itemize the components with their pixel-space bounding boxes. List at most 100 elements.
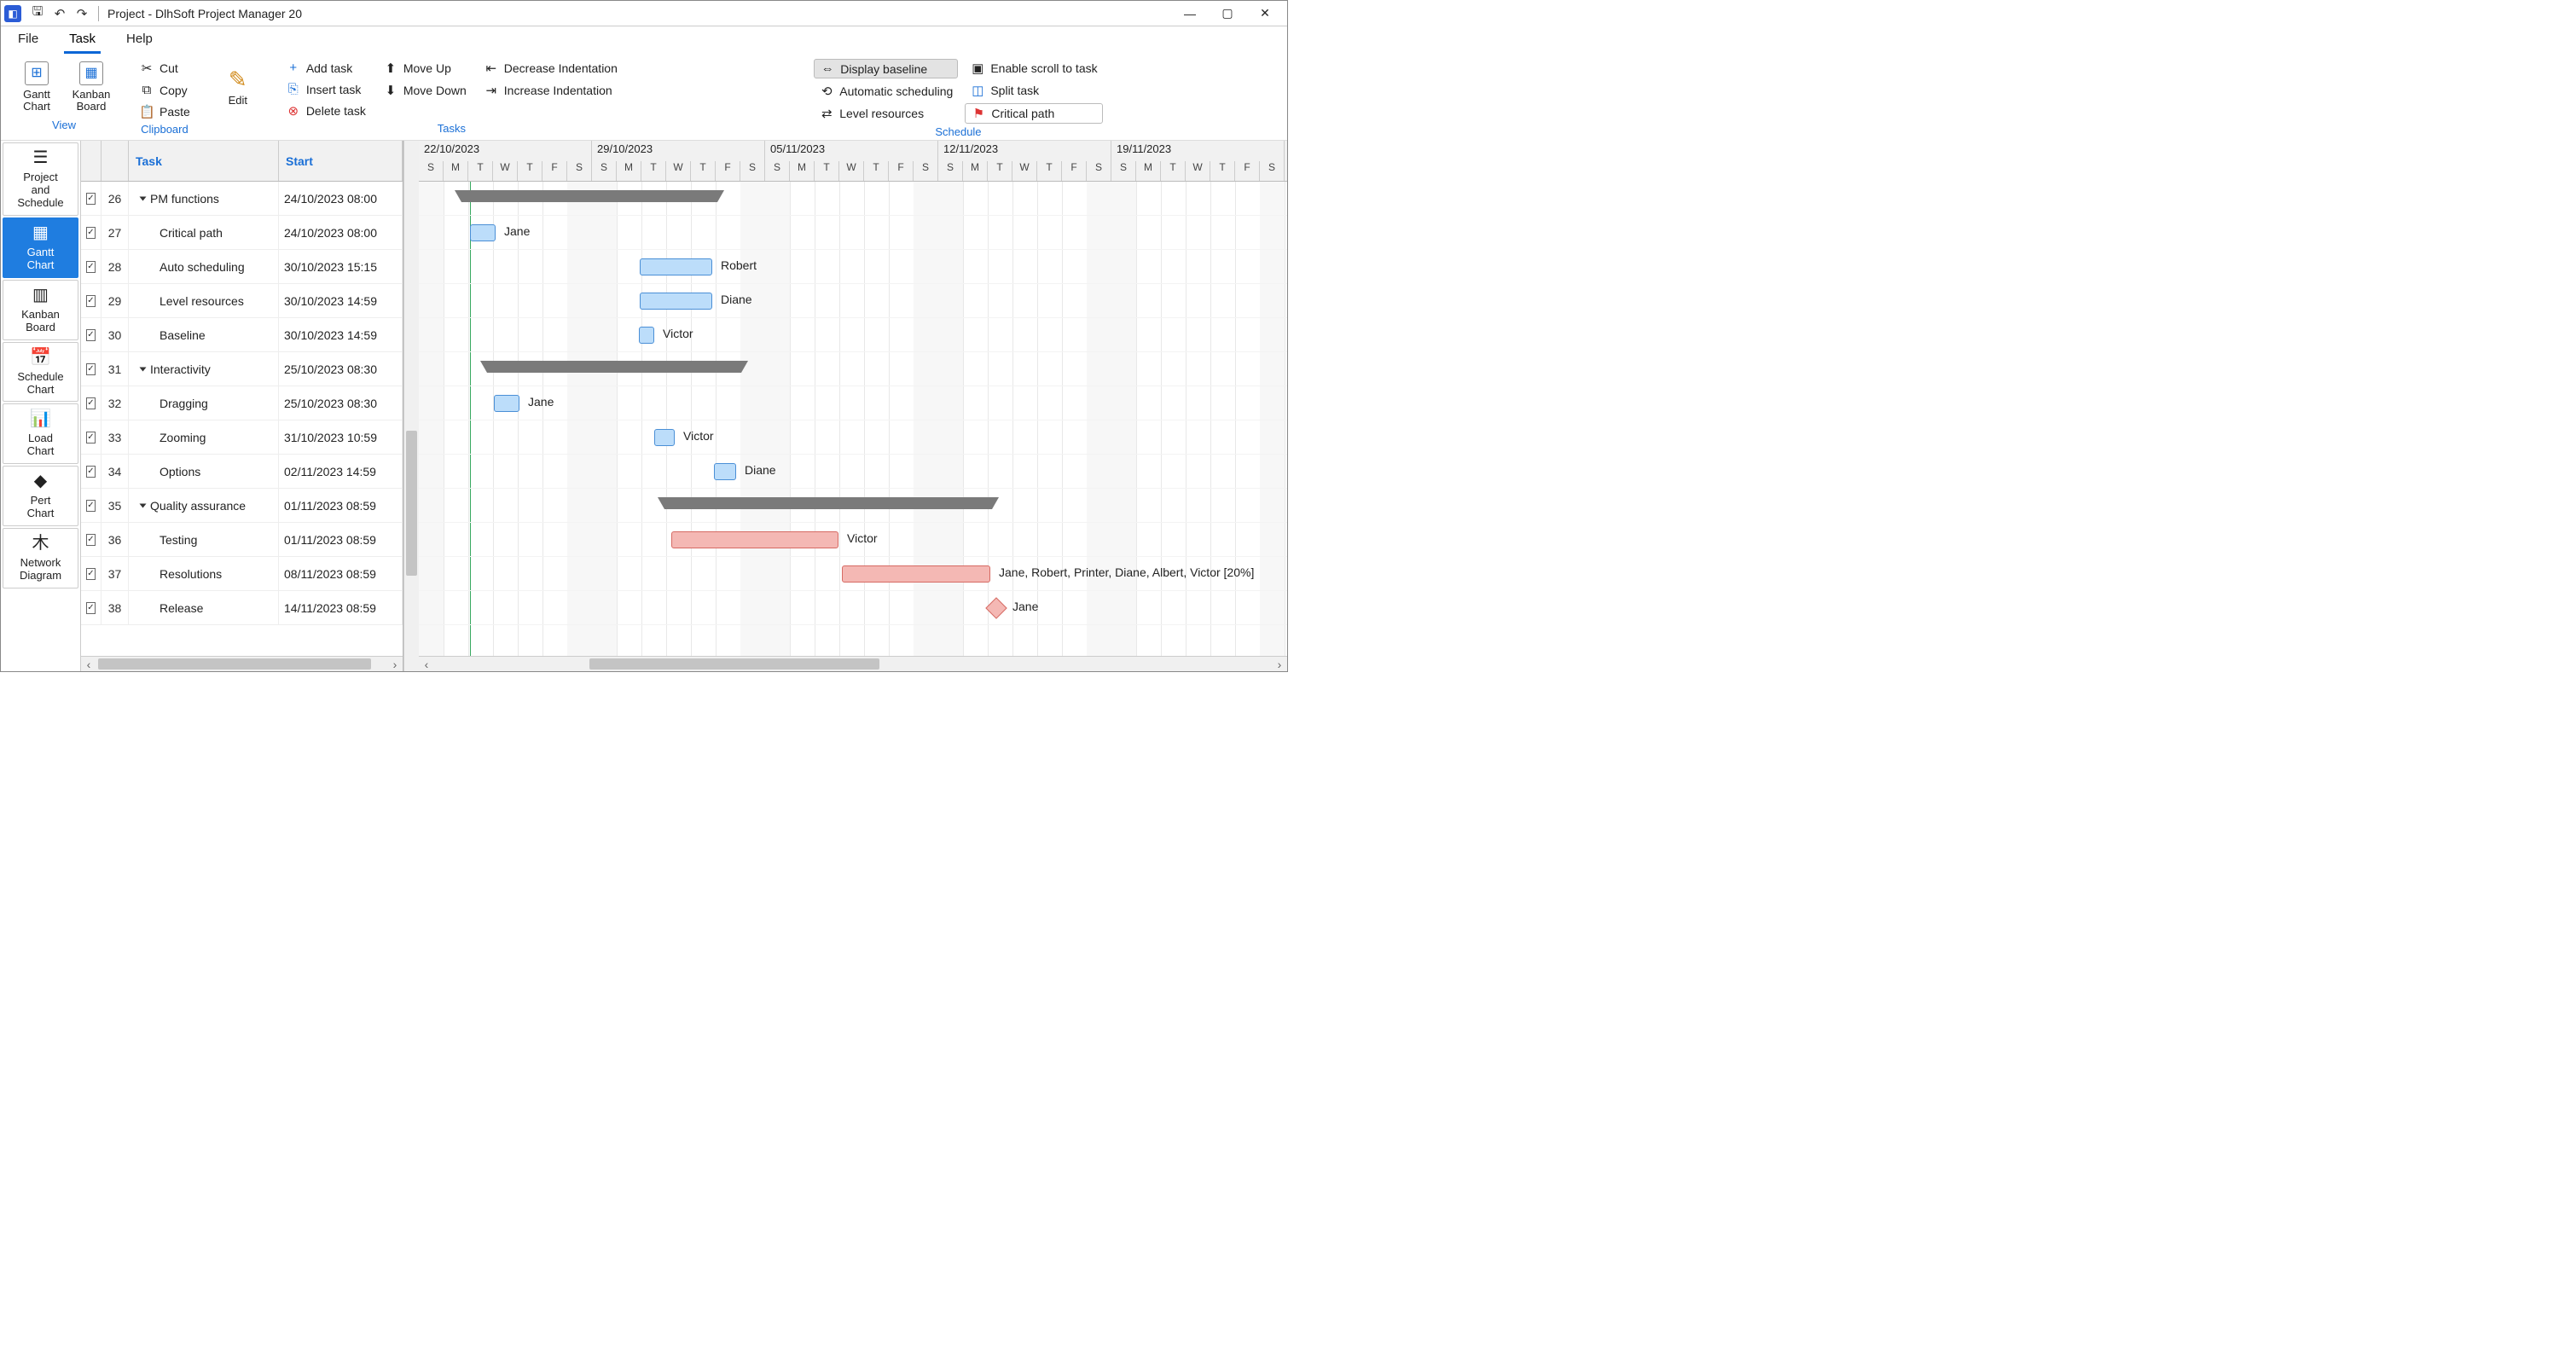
task-start[interactable]: 30/10/2023 15:15 [279, 250, 403, 283]
task-row[interactable]: ✓35Quality assurance01/11/2023 08:59 [81, 489, 403, 523]
summary-bar[interactable] [664, 497, 992, 509]
add-task-button[interactable]: +Add task [281, 59, 371, 77]
task-name[interactable]: Zooming [129, 420, 279, 454]
collapse-icon[interactable] [140, 503, 147, 507]
task-row[interactable]: ✓30Baseline30/10/2023 14:59 [81, 318, 403, 352]
task-start[interactable]: 24/10/2023 08:00 [279, 182, 403, 215]
sidebar-gantt-chart[interactable]: ▦GanttChart [3, 217, 78, 278]
task-bar[interactable] [640, 293, 712, 310]
task-bar[interactable] [842, 565, 990, 583]
sidebar-schedule-chart[interactable]: 📅ScheduleChart [3, 342, 78, 403]
table-vscroll[interactable] [403, 141, 419, 671]
redo-icon[interactable]: ↷ [73, 4, 91, 23]
task-row[interactable]: ✓33Zooming31/10/2023 10:59 [81, 420, 403, 455]
task-start[interactable]: 01/11/2023 08:59 [279, 523, 403, 556]
close-button[interactable]: ✕ [1246, 2, 1284, 26]
checkbox-icon[interactable]: ✓ [86, 261, 96, 273]
minimize-button[interactable]: — [1171, 2, 1209, 26]
decrease-indent-button[interactable]: ⇤Decrease Indentation [479, 59, 623, 78]
task-row[interactable]: ✓28Auto scheduling30/10/2023 15:15 [81, 250, 403, 284]
task-start[interactable]: 08/11/2023 08:59 [279, 557, 403, 590]
task-start[interactable]: 25/10/2023 08:30 [279, 386, 403, 420]
task-name[interactable]: Interactivity [129, 352, 279, 386]
gantt-row[interactable] [419, 352, 1287, 386]
task-bar[interactable] [671, 531, 838, 548]
task-bar[interactable] [470, 224, 496, 241]
task-name[interactable]: Critical path [129, 216, 279, 249]
menu-help[interactable]: Help [121, 28, 158, 54]
task-start[interactable]: 24/10/2023 08:00 [279, 216, 403, 249]
task-row[interactable]: ✓34Options02/11/2023 14:59 [81, 455, 403, 489]
task-start[interactable]: 30/10/2023 14:59 [279, 284, 403, 317]
collapse-icon[interactable] [140, 367, 147, 371]
task-start[interactable]: 01/11/2023 08:59 [279, 489, 403, 522]
gantt-row[interactable]: Jane [419, 216, 1287, 250]
sidebar-kanban-board[interactable]: ▥KanbanBoard [3, 280, 78, 340]
kanban-board-button[interactable]: ▦Kanban Board [66, 57, 117, 117]
delete-task-button[interactable]: ⊗Delete task [281, 101, 371, 120]
checkbox-icon[interactable]: ✓ [86, 295, 96, 307]
checkbox-icon[interactable]: ✓ [86, 227, 96, 239]
checkbox-icon[interactable]: ✓ [86, 329, 96, 341]
split-task-button[interactable]: ◫Split task [965, 81, 1102, 100]
col-start[interactable]: Start [279, 141, 403, 181]
task-start[interactable]: 25/10/2023 08:30 [279, 352, 403, 386]
milestone-marker[interactable] [985, 597, 1007, 618]
task-name[interactable]: Baseline [129, 318, 279, 351]
checkbox-icon[interactable]: ✓ [86, 500, 96, 512]
task-name[interactable]: Options [129, 455, 279, 488]
task-name[interactable]: Testing [129, 523, 279, 556]
sidebar-pert-chart[interactable]: ◆PertChart [3, 466, 78, 526]
task-row[interactable]: ✓26PM functions24/10/2023 08:00 [81, 182, 403, 216]
checkbox-icon[interactable]: ✓ [86, 568, 96, 580]
move-down-button[interactable]: ⬇Move Down [378, 81, 472, 100]
checkbox-icon[interactable]: ✓ [86, 432, 96, 444]
level-resources-button[interactable]: ⇄Level resources [814, 104, 958, 123]
increase-indent-button[interactable]: ⇥Increase Indentation [479, 81, 623, 100]
task-name[interactable]: Resolutions [129, 557, 279, 590]
gantt-row[interactable]: Jane [419, 591, 1287, 625]
display-baseline-button[interactable]: ⇔Display baseline [814, 59, 958, 78]
col-task[interactable]: Task [129, 141, 279, 181]
task-bar[interactable] [714, 463, 736, 480]
task-row[interactable]: ✓37Resolutions08/11/2023 08:59 [81, 557, 403, 591]
task-row[interactable]: ✓29Level resources30/10/2023 14:59 [81, 284, 403, 318]
menu-task[interactable]: Task [64, 28, 101, 54]
task-start[interactable]: 31/10/2023 10:59 [279, 420, 403, 454]
gantt-row[interactable]: Jane, Robert, Printer, Diane, Albert, Vi… [419, 557, 1287, 591]
sidebar-network-diagram[interactable]: ⽊NetworkDiagram [3, 528, 78, 588]
edit-button[interactable]: ✎Edit [212, 57, 264, 117]
sidebar-load-chart[interactable]: 📊LoadChart [3, 403, 78, 464]
task-bar[interactable] [654, 429, 675, 446]
table-hscroll[interactable]: ‹ › [81, 656, 403, 671]
auto-scheduling-button[interactable]: ⟲Automatic scheduling [814, 82, 958, 101]
task-start[interactable]: 30/10/2023 14:59 [279, 318, 403, 351]
task-bar[interactable] [639, 327, 654, 344]
task-row[interactable]: ✓36Testing01/11/2023 08:59 [81, 523, 403, 557]
gantt-row[interactable]: Diane [419, 455, 1287, 489]
task-name[interactable]: Dragging [129, 386, 279, 420]
gantt-row[interactable]: Robert [419, 250, 1287, 284]
insert-task-button[interactable]: ⎘Insert task [281, 80, 371, 98]
summary-bar[interactable] [487, 361, 741, 373]
move-up-button[interactable]: ⬆Move Up [378, 59, 472, 78]
collapse-icon[interactable] [140, 196, 147, 200]
gantt-row[interactable]: Victor [419, 318, 1287, 352]
gantt-hscroll[interactable]: ‹ › [419, 656, 1287, 671]
sidebar-project-schedule[interactable]: ☰ProjectandSchedule [3, 142, 78, 216]
save-icon[interactable]: 🖫 [28, 4, 47, 23]
gantt-row[interactable]: Diane [419, 284, 1287, 318]
summary-bar[interactable] [461, 190, 717, 202]
checkbox-icon[interactable]: ✓ [86, 466, 96, 478]
cut-button[interactable]: ✂Cut [134, 59, 195, 78]
gantt-row[interactable]: Victor [419, 523, 1287, 557]
checkbox-icon[interactable]: ✓ [86, 534, 96, 546]
scroll-to-task-button[interactable]: ▣Enable scroll to task [965, 59, 1102, 78]
undo-icon[interactable]: ↶ [50, 4, 69, 23]
task-start[interactable]: 14/11/2023 08:59 [279, 591, 403, 624]
gantt-row[interactable] [419, 182, 1287, 216]
gantt-row[interactable] [419, 489, 1287, 523]
task-row[interactable]: ✓32Dragging25/10/2023 08:30 [81, 386, 403, 420]
task-row[interactable]: ✓31Interactivity25/10/2023 08:30 [81, 352, 403, 386]
task-name[interactable]: Release [129, 591, 279, 624]
